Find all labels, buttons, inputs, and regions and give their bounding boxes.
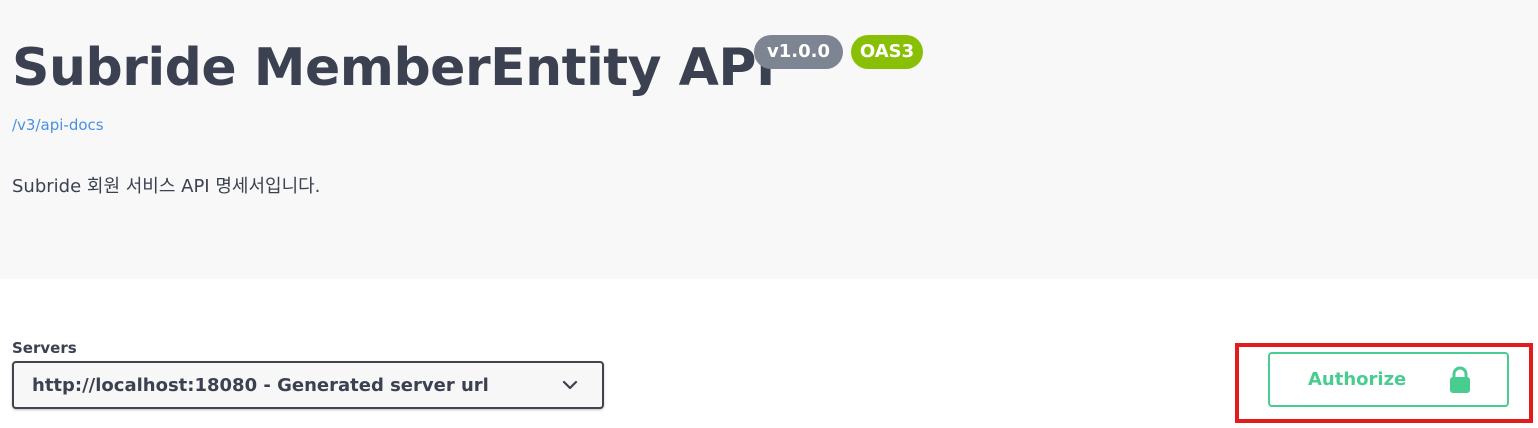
api-description: Subride 회원 서비스 API 명세서입니다.: [12, 176, 321, 197]
servers-select[interactable]: http://localhost:18080 - Generated serve…: [12, 361, 604, 409]
authorize-label: Authorize: [1308, 369, 1407, 390]
page-title: Subride MemberEntity API: [12, 38, 775, 98]
oas-badge: OAS3: [851, 35, 923, 69]
authorize-button[interactable]: Authorize: [1268, 352, 1509, 407]
info-section: Subride MemberEntity API v1.0.0 OAS3 /v3…: [0, 0, 1538, 279]
version-badge: v1.0.0: [754, 35, 843, 69]
servers-label: Servers: [12, 339, 77, 357]
chevron-down-icon: [562, 380, 578, 390]
servers-select-value: http://localhost:18080 - Generated serve…: [32, 375, 489, 396]
api-docs-link[interactable]: /v3/api-docs: [12, 114, 104, 136]
lock-icon: [1450, 366, 1470, 393]
